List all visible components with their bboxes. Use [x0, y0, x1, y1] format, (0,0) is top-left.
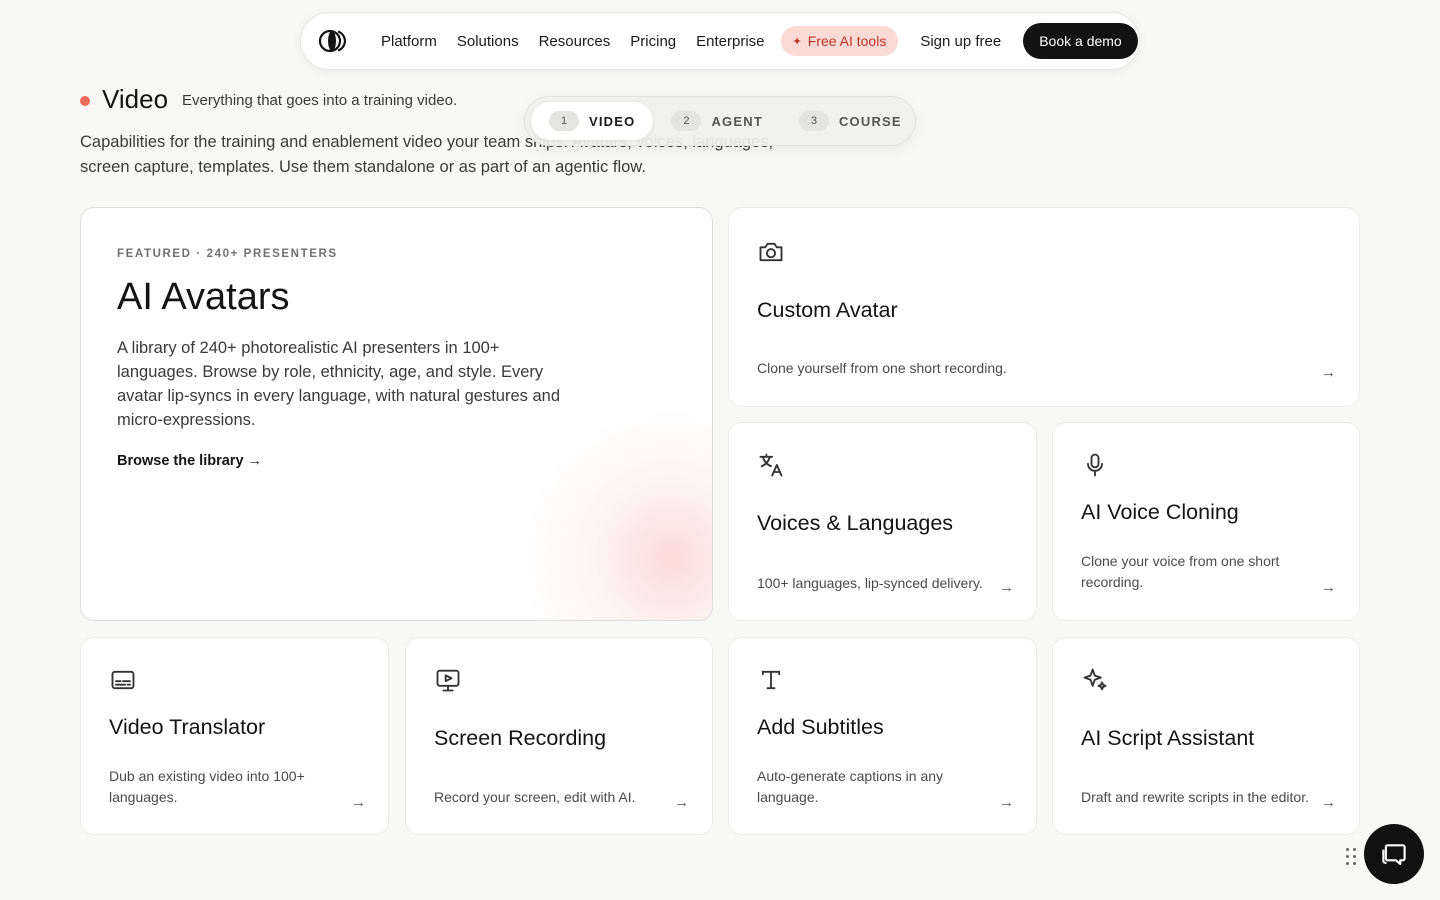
nav-link-resources[interactable]: Resources: [529, 33, 621, 50]
card-add-subtitles[interactable]: Add Subtitles Auto-generate captions in …: [728, 637, 1037, 835]
monitor-play-icon: [434, 666, 462, 694]
step-switcher: 1 VIDEO 2 AGENT 3 COURSE: [524, 96, 916, 146]
logo[interactable]: [319, 29, 347, 53]
arrow-right-icon: →: [351, 794, 366, 811]
card-title: Custom Avatar: [757, 298, 898, 322]
card-screen-recording[interactable]: Screen Recording Record your screen, edi…: [405, 637, 713, 835]
section-title: Video: [102, 84, 169, 114]
card-description: Record your screen, edit with AI.: [434, 789, 636, 805]
nav-link-enterprise[interactable]: Enterprise: [686, 33, 774, 50]
featured-title: AI Avatars: [117, 276, 290, 318]
nav-links: Platform Solutions Resources Pricing Ent…: [371, 33, 775, 50]
arrow-right-icon: →: [1321, 364, 1336, 381]
card-title: AI Script Assistant: [1081, 726, 1255, 750]
card-ai-voice-cloning[interactable]: AI Voice Cloning Clone your voice from o…: [1052, 422, 1360, 621]
nav-link-pricing[interactable]: Pricing: [620, 33, 686, 50]
card-ai-script-assistant[interactable]: AI Script Assistant Draft and rewrite sc…: [1052, 637, 1360, 835]
step-agent[interactable]: 2 AGENT: [653, 102, 781, 140]
arrow-right-icon: →: [999, 579, 1014, 596]
sparkle-icon: ✦: [792, 35, 802, 48]
arrow-right-icon: →: [999, 794, 1014, 811]
book-demo-button[interactable]: Book a demo: [1023, 23, 1138, 59]
card-video-translator[interactable]: Video Translator Dub an existing video i…: [80, 637, 389, 835]
text-icon: [757, 666, 785, 694]
step-label: COURSE: [838, 113, 902, 129]
decorative-glow: [511, 408, 712, 620]
step-number: 3: [798, 111, 829, 131]
arrow-right-icon: →: [674, 794, 689, 811]
nav-link-solutions[interactable]: Solutions: [447, 33, 529, 50]
step-number: 1: [549, 111, 579, 131]
card-custom-avatar[interactable]: Custom Avatar Clone yourself from one sh…: [728, 207, 1360, 407]
card-description: Draft and rewrite scripts in the editor.: [1081, 789, 1309, 805]
step-label: VIDEO: [589, 113, 636, 129]
card-voices-languages[interactable]: Voices & Languages 100+ languages, lip-s…: [728, 422, 1037, 621]
featured-description: A library of 240+ photorealistic AI pres…: [117, 339, 560, 429]
step-label: AGENT: [711, 113, 763, 129]
card-title: Voices & Languages: [757, 511, 954, 535]
arrow-right-icon: →: [1321, 579, 1336, 596]
free-ai-tools-button[interactable]: ✦ Free AI tools: [780, 26, 899, 56]
browse-library-link[interactable]: Browse the library →: [117, 453, 262, 469]
microphone-icon: [1081, 451, 1109, 479]
card-description: Dub an existing video into 100+ language…: [109, 768, 305, 805]
sign-up-link[interactable]: Sign up free: [920, 33, 1001, 50]
logo-icon: [319, 29, 346, 53]
step-number: 2: [671, 111, 702, 131]
card-title: AI Voice Cloning: [1081, 500, 1239, 524]
card-description: Auto-generate captions in any language.: [757, 768, 944, 805]
nav-link-platform[interactable]: Platform: [371, 33, 447, 50]
section-indicator-dot: [80, 96, 90, 106]
free-ai-tools-label: Free AI tools: [807, 33, 887, 49]
card-description: 100+ languages, lip-synced delivery.: [757, 575, 983, 591]
card-title: Screen Recording: [434, 726, 607, 750]
sparkles-icon: [1081, 666, 1109, 694]
arrow-right-icon: →: [1321, 794, 1336, 811]
drag-handle-icon[interactable]: [1346, 848, 1358, 868]
translate-icon: [757, 451, 785, 479]
chat-launcher-button[interactable]: [1364, 824, 1424, 884]
card-description: Clone yourself from one short recording.: [757, 360, 1007, 376]
card-description: Clone your voice from one short recordin…: [1081, 553, 1280, 590]
featured-card-ai-avatars[interactable]: FEATURED · 240+ PRESENTERS AI Avatars A …: [80, 207, 713, 621]
subtitles-icon: [109, 666, 137, 694]
step-video[interactable]: 1 VIDEO: [531, 102, 654, 140]
card-title: Video Translator: [109, 715, 266, 739]
section-tagline: Everything that goes into a training vid…: [182, 92, 458, 109]
top-navbar: Platform Solutions Resources Pricing Ent…: [300, 12, 1140, 70]
step-course[interactable]: 3 COURSE: [781, 102, 920, 140]
featured-eyebrow: FEATURED · 240+ PRESENTERS: [117, 248, 338, 260]
chat-bubble-icon: [1382, 844, 1406, 866]
card-title: Add Subtitles: [757, 715, 884, 739]
camera-icon: [757, 238, 785, 266]
